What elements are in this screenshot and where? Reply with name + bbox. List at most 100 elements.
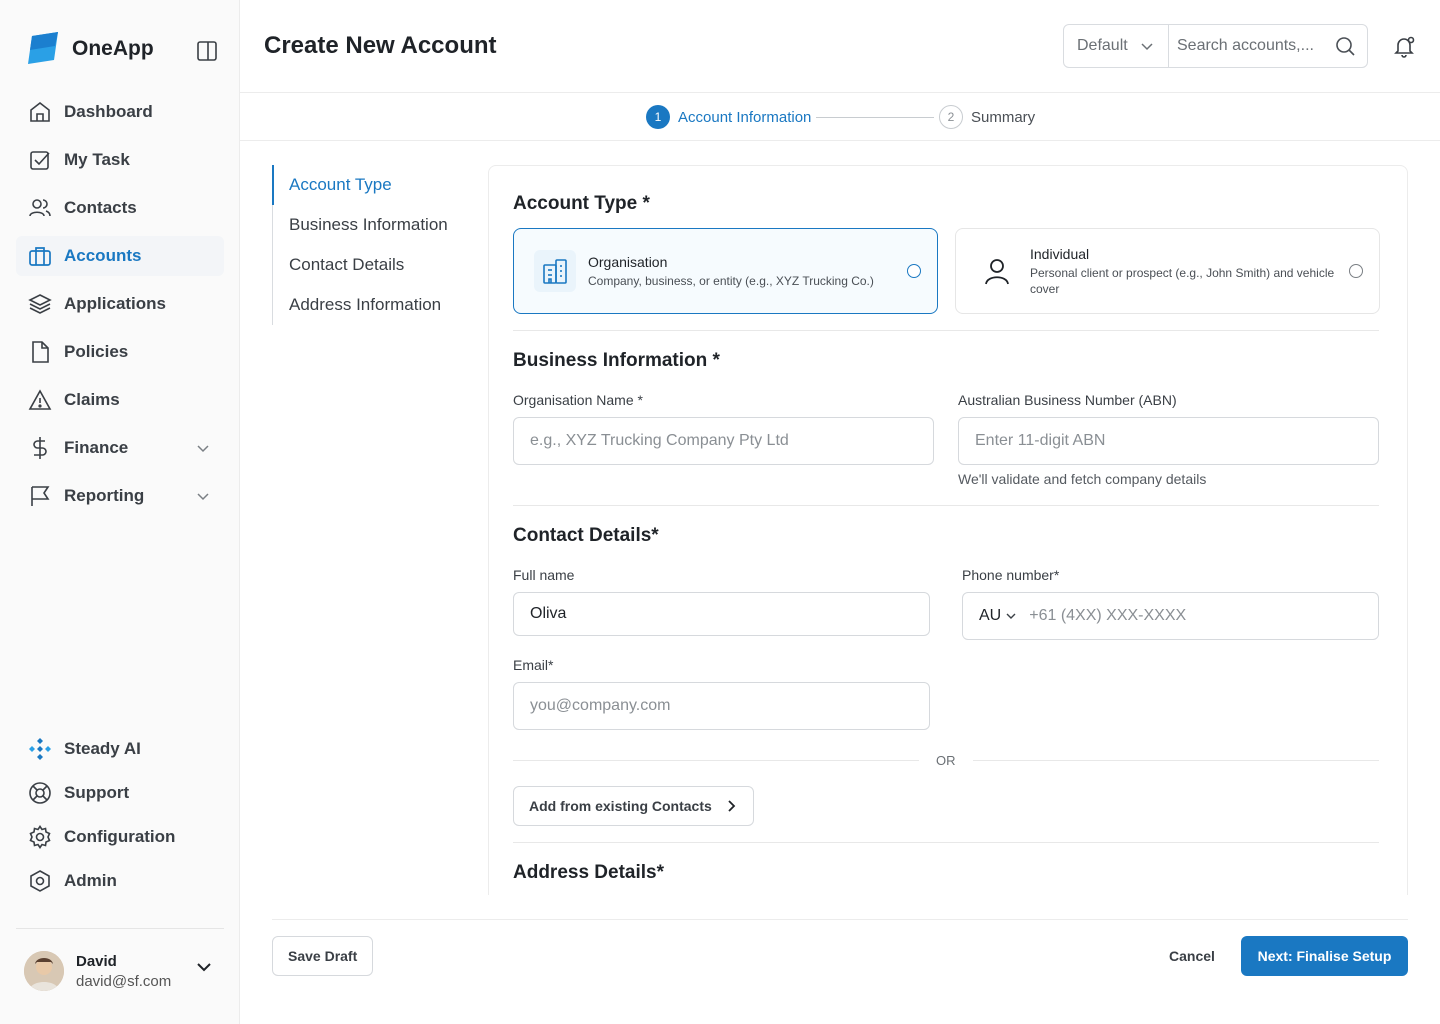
save-draft-button[interactable]: Save Draft xyxy=(272,936,374,976)
email-input[interactable]: you@company.com xyxy=(513,682,930,730)
sidebar-item-reporting[interactable]: Reporting xyxy=(16,476,224,516)
sidebar-item-label: Configuration xyxy=(64,827,176,846)
chevron-down-icon xyxy=(1006,613,1016,619)
sidebar-item-contacts[interactable]: Contacts xyxy=(16,188,224,228)
section-link-address-information[interactable]: Address Information xyxy=(273,285,472,325)
country-code-select[interactable]: AU xyxy=(979,607,1017,625)
business-information-title: Business Information * xyxy=(513,350,720,371)
step-number: 1 xyxy=(646,105,670,129)
organisation-name-label: Organisation Name * xyxy=(513,392,643,408)
sidebar-item-my-task[interactable]: My Task xyxy=(16,140,224,180)
address-details-title: Address Details* xyxy=(513,862,665,883)
option-title: Individual xyxy=(1030,245,1090,262)
users-icon xyxy=(28,196,52,220)
chevron-down-icon[interactable] xyxy=(196,489,210,503)
sidebar-item-claims[interactable]: Claims xyxy=(16,380,224,420)
section-link-account-type[interactable]: Account Type xyxy=(272,165,472,205)
step-number: 2 xyxy=(939,105,963,129)
sidebar-item-label: Policies xyxy=(64,342,129,361)
form-card: Account Type * Organisation Company, bus… xyxy=(488,165,1408,895)
warning-icon xyxy=(28,388,52,412)
document-icon xyxy=(28,340,52,364)
home-icon xyxy=(28,100,52,124)
account-type-title: Account Type * xyxy=(513,193,650,214)
cancel-button[interactable]: Cancel xyxy=(1158,936,1226,976)
section-link-business-information[interactable]: Business Information xyxy=(273,205,472,245)
account-type-organisation[interactable]: Organisation Company, business, or entit… xyxy=(513,228,938,314)
sidebar-item-label: My Task xyxy=(64,150,130,169)
phone-number-input[interactable]: AU +61 (4XX) XXX-XXXX xyxy=(962,592,1379,640)
option-description: Company, business, or entity (e.g., XYZ … xyxy=(588,273,874,288)
sidebar: OneApp Dashboard My Task Contacts Accoun… xyxy=(0,0,240,1024)
option-text: Individual Personal client or prospect (… xyxy=(1030,246,1340,297)
stepper: 1 Account Information 2 Summary xyxy=(240,93,1440,141)
dollar-icon xyxy=(28,436,52,460)
sidebar-item-finance[interactable]: Finance xyxy=(16,428,224,468)
page-header: Create New Account Default Search accoun… xyxy=(240,0,1440,93)
bell-icon[interactable] xyxy=(1392,34,1416,58)
hexagon-icon xyxy=(28,869,52,893)
or-line-left xyxy=(513,760,919,761)
full-name-input[interactable]: Oliva xyxy=(513,592,930,636)
section-divider xyxy=(513,330,1379,331)
option-title: Organisation xyxy=(588,253,668,270)
sidebar-item-admin[interactable]: Admin xyxy=(16,861,224,901)
or-line-right xyxy=(973,760,1379,761)
step-account-information[interactable]: 1 Account Information xyxy=(646,105,811,129)
chevron-down-icon[interactable] xyxy=(196,959,212,975)
ai-icon xyxy=(28,737,52,761)
full-name-label: Full name xyxy=(513,567,575,583)
gear-icon xyxy=(28,825,52,849)
brand[interactable]: OneApp xyxy=(24,30,154,68)
organisation-name-input[interactable]: e.g., XYZ Trucking Company Pty Ltd xyxy=(513,417,934,465)
sidebar-item-configuration[interactable]: Configuration xyxy=(16,817,224,857)
user-profile[interactable]: David david@sf.com xyxy=(16,928,224,991)
sidebar-item-applications[interactable]: Applications xyxy=(16,284,224,324)
abn-label: Australian Business Number (ABN) xyxy=(958,392,1177,408)
account-type-individual[interactable]: Individual Personal client or prospect (… xyxy=(955,228,1380,314)
next-finalise-setup-button[interactable]: Next: Finalise Setup xyxy=(1241,936,1408,976)
add-existing-contacts-label: Add from existing Contacts xyxy=(529,798,712,814)
sidebar-toggle-icon[interactable] xyxy=(196,40,218,62)
layers-icon xyxy=(28,292,52,316)
abn-hint: We'll validate and fetch company details xyxy=(958,471,1207,487)
search-placeholder: Search accounts,... xyxy=(1177,37,1314,54)
step-connector xyxy=(816,117,934,118)
sidebar-item-label: Contacts xyxy=(64,198,137,217)
header-search-group: Default Search accounts,... xyxy=(1063,24,1368,68)
sidebar-item-support[interactable]: Support xyxy=(16,773,224,813)
chevron-down-icon[interactable] xyxy=(196,441,210,455)
search-input[interactable]: Search accounts,... xyxy=(1169,25,1367,67)
organisation-radio[interactable] xyxy=(907,264,921,278)
sidebar-item-policies[interactable]: Policies xyxy=(16,332,224,372)
or-separator: OR xyxy=(513,750,1379,770)
search-icon[interactable] xyxy=(1335,36,1355,56)
view-select[interactable]: Default xyxy=(1064,25,1169,67)
option-text: Organisation Company, business, or entit… xyxy=(588,254,898,289)
individual-radio[interactable] xyxy=(1349,264,1363,278)
sidebar-item-label: Claims xyxy=(64,390,120,409)
step-label: Summary xyxy=(971,108,1036,126)
footer-divider xyxy=(272,919,1408,920)
abn-input[interactable]: Enter 11-digit ABN xyxy=(958,417,1379,465)
flag-icon xyxy=(28,484,52,508)
app-name: OneApp xyxy=(72,37,154,60)
sidebar-item-steady-ai[interactable]: Steady AI xyxy=(16,729,224,769)
sidebar-item-label: Support xyxy=(64,783,130,802)
briefcase-icon xyxy=(28,244,52,268)
avatar xyxy=(24,951,64,991)
sidebar-item-label: Finance xyxy=(64,438,129,457)
sidebar-item-accounts[interactable]: Accounts xyxy=(16,236,224,276)
add-existing-contacts-button[interactable]: Add from existing Contacts xyxy=(513,786,754,826)
section-link-contact-details[interactable]: Contact Details xyxy=(273,245,472,285)
chevron-right-icon xyxy=(728,800,736,812)
form-section-nav: Account Type Business Information Contac… xyxy=(272,165,472,325)
sidebar-item-label: Applications xyxy=(64,294,167,313)
phone-number-label: Phone number* xyxy=(962,567,1060,583)
sidebar-item-label: Reporting xyxy=(64,486,145,505)
step-summary[interactable]: 2 Summary xyxy=(939,105,1035,129)
contact-details-title: Contact Details* xyxy=(513,525,659,546)
user-name: David xyxy=(76,952,117,970)
sidebar-item-label: Admin xyxy=(64,871,117,890)
sidebar-item-dashboard[interactable]: Dashboard xyxy=(16,92,224,132)
